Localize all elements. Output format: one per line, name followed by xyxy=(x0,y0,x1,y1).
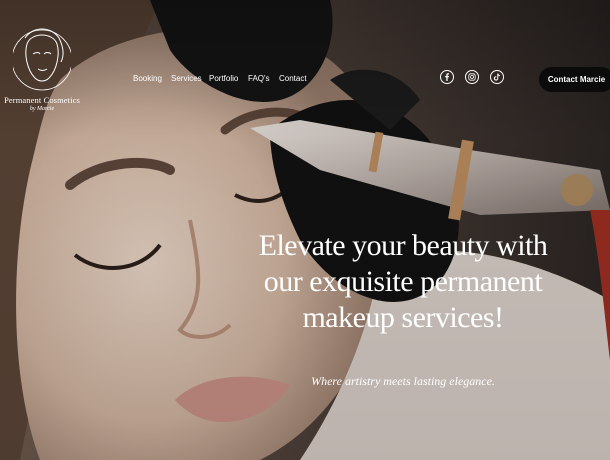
hero-tagline: Where artistry meets lasting elegance. xyxy=(311,374,495,388)
instagram-link[interactable] xyxy=(465,70,479,84)
nav-contact[interactable]: Contact xyxy=(279,74,307,83)
nav-faqs[interactable]: FAQ's xyxy=(248,74,270,83)
nav-booking[interactable]: Booking xyxy=(133,74,162,83)
hero-headline: Elevate your beauty with our exquisite p… xyxy=(258,229,548,334)
logo-brand-text: Permanent Cosmetics xyxy=(4,95,80,105)
facebook-link[interactable] xyxy=(440,70,454,84)
nav-services[interactable]: Services xyxy=(171,74,202,83)
logo-sub-text: by Marcie xyxy=(29,106,55,112)
tiktok-icon xyxy=(490,70,504,84)
site-logo[interactable]: Permanent Cosmetics by Marcie xyxy=(4,24,80,128)
logo-face-icon xyxy=(13,28,71,91)
tiktok-link[interactable] xyxy=(490,70,504,84)
facebook-icon xyxy=(440,70,454,84)
contact-marcie-button[interactable]: Contact Marcie xyxy=(539,67,610,92)
hero-section: Permanent Cosmetics by Marcie Booking Se… xyxy=(0,0,610,460)
instagram-icon xyxy=(465,70,479,84)
nav-portfolio[interactable]: Portfolio xyxy=(209,74,238,83)
